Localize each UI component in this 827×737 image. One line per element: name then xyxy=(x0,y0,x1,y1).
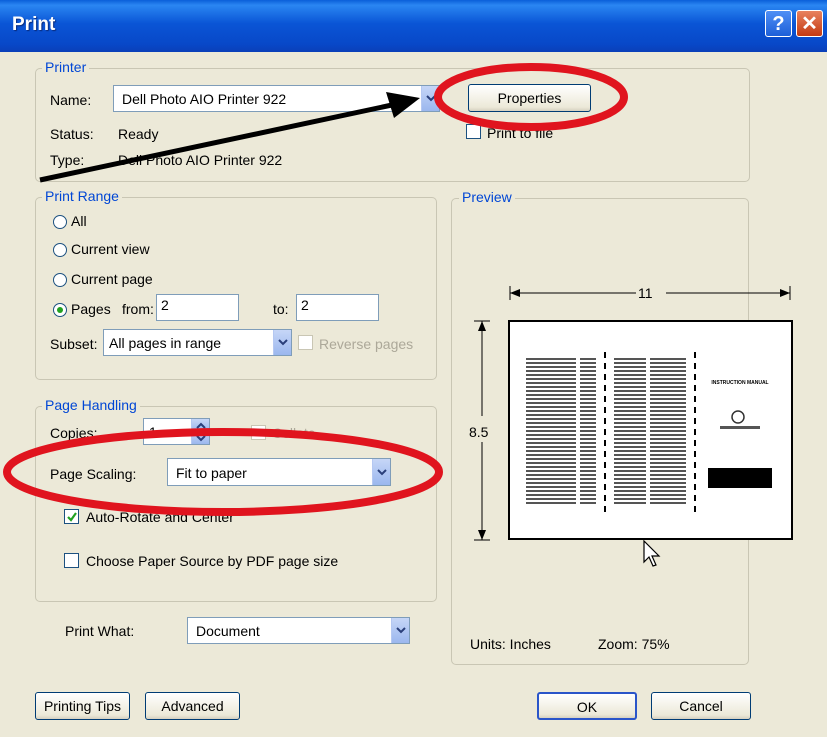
annotation-overlay xyxy=(3,63,628,516)
properties-highlight-ellipse xyxy=(434,63,628,131)
print-dialog: Print ? ✕ Printer Name: Dell Photo AIO P… xyxy=(0,0,827,737)
annotation-arrow-icon xyxy=(386,92,420,118)
page-scaling-highlight-ellipse xyxy=(3,428,443,516)
